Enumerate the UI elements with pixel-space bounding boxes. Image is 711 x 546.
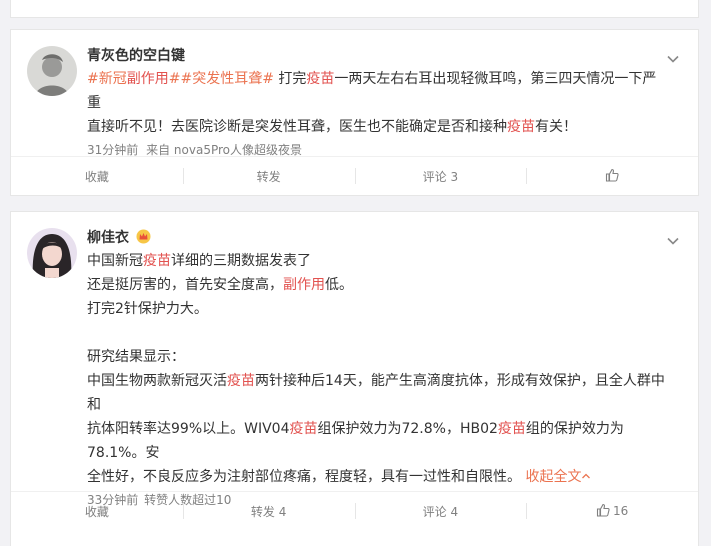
keyword-highlight: 疫苗 bbox=[306, 71, 335, 87]
post-time[interactable]: 31分钟前 bbox=[87, 143, 138, 157]
like-count: 16 bbox=[612, 504, 629, 518]
thumbs-up-icon bbox=[596, 503, 610, 520]
collapse-link[interactable]: 收起全文 bbox=[525, 469, 591, 485]
favorite-button[interactable]: 收藏 bbox=[11, 157, 183, 195]
repost-button[interactable]: 转发 4 bbox=[182, 492, 355, 530]
keyword-highlight: 疫苗 bbox=[497, 421, 526, 437]
author-name[interactable]: 青灰色的空白键 bbox=[87, 47, 658, 65]
keyword-highlight: 疫苗 bbox=[289, 421, 318, 437]
chevron-up-icon bbox=[581, 469, 591, 485]
avatar[interactable] bbox=[27, 228, 77, 278]
post-source: 来自 nova5Pro人像超级夜景 bbox=[146, 143, 302, 157]
keyword-highlight: 疫苗 bbox=[227, 373, 255, 389]
keyword-highlight: 疫苗 bbox=[507, 119, 535, 135]
post-card: 柳佳衣 中国新冠疫苗详细的三期数据发表了 还是挺厉害的，首先安全度高，副作用低。… bbox=[10, 211, 699, 546]
favorite-button[interactable]: 收藏 bbox=[11, 492, 183, 530]
post-card: 青灰色的空白键 #新冠副作用##突发性耳聋# 打完疫苗一两天左右右耳出现轻微耳鸣… bbox=[10, 29, 699, 196]
repost-button[interactable]: 转发 bbox=[182, 157, 355, 195]
thumbs-up-icon bbox=[605, 168, 619, 185]
topic-link[interactable]: #突发性耳聋# bbox=[180, 71, 273, 87]
keyword-highlight: 疫苗 bbox=[143, 253, 171, 269]
topic-link[interactable]: #新冠副作用# bbox=[87, 71, 180, 87]
like-button[interactable]: 16 bbox=[526, 492, 698, 530]
author-name[interactable]: 柳佳衣 bbox=[87, 229, 678, 247]
avatar[interactable] bbox=[27, 46, 77, 96]
action-bar: 收藏 转发 评论 3 bbox=[11, 156, 698, 195]
like-button[interactable] bbox=[526, 157, 698, 195]
crown-badge-icon bbox=[136, 229, 151, 249]
action-bar: 收藏 转发 4 评论 4 16 bbox=[11, 491, 698, 530]
chevron-down-icon[interactable] bbox=[666, 51, 680, 65]
post-text: 中国新冠疫苗详细的三期数据发表了 还是挺厉害的，首先安全度高，副作用低。 打完2… bbox=[87, 253, 665, 485]
comment-button[interactable]: 评论 4 bbox=[354, 492, 527, 530]
previous-card-edge bbox=[10, 0, 699, 18]
chevron-down-icon[interactable] bbox=[666, 233, 680, 247]
comment-button[interactable]: 评论 3 bbox=[354, 157, 527, 195]
keyword-highlight: 副作用 bbox=[283, 277, 325, 293]
post-text: #新冠副作用##突发性耳聋# 打完疫苗一两天左右右耳出现轻微耳鸣，第三四天情况一… bbox=[87, 71, 657, 135]
